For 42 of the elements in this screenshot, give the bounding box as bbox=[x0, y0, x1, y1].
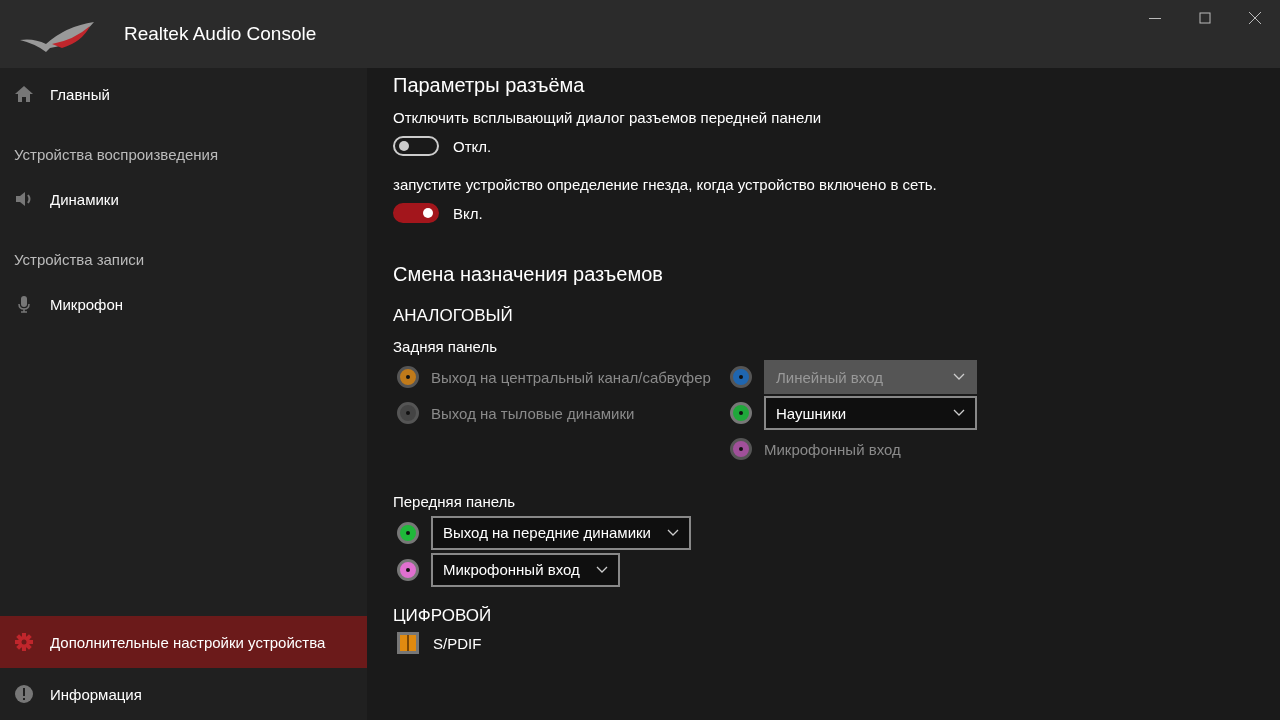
sidebar-item[interactable]: Микрофон bbox=[0, 278, 367, 330]
spdif-port-icon bbox=[397, 632, 419, 654]
section-header: Устройства воспроизведения bbox=[14, 146, 219, 163]
chevron-down-icon bbox=[595, 565, 608, 574]
window-title: Realtek Audio Console bbox=[124, 23, 318, 45]
sidebar-item-label: Информация bbox=[50, 685, 142, 703]
toggle-state: Откл. bbox=[453, 137, 492, 155]
toggle-switch[interactable] bbox=[393, 203, 439, 223]
jack-label: Выход на центральный канал/сабвуфер bbox=[431, 368, 711, 386]
close-icon bbox=[1249, 12, 1261, 24]
section-title: Параметры разъёма bbox=[393, 74, 585, 96]
sidebar-item[interactable]: Дополнительные настройки устройства bbox=[0, 616, 367, 668]
toggle-state: Вкл. bbox=[453, 204, 483, 222]
sidebar-item-label: Дополнительные настройки устройства bbox=[50, 633, 326, 651]
minimize-icon bbox=[1149, 17, 1161, 19]
subsection-title: ЦИФРОВОЙ bbox=[393, 606, 492, 625]
chevron-down-icon bbox=[667, 528, 679, 537]
jack-dropdown[interactable]: Выход на передние динамики bbox=[431, 515, 691, 550]
sidebar-item-label: Динамики bbox=[50, 190, 119, 208]
chevron-down-icon bbox=[953, 409, 965, 417]
gear-icon bbox=[14, 632, 34, 652]
jack-dropdown[interactable]: Наушники bbox=[764, 396, 977, 430]
maximize-icon bbox=[1199, 12, 1211, 24]
subsection-title: АНАЛОГОВЫЙ bbox=[393, 306, 513, 325]
sidebar-item-label: Главный bbox=[50, 85, 110, 103]
jack-label: S/PDIF bbox=[433, 634, 482, 652]
section-title: Смена назначения разъемов bbox=[393, 263, 663, 285]
toggle-label: Отключить всплывающий диалог разъемов передней панели bbox=[393, 109, 822, 126]
sidebar-item-label: Микрофон bbox=[50, 295, 124, 313]
jack-dropdown[interactable]: Микрофонный вход bbox=[431, 552, 620, 587]
jack-label: Выход на тыловые динамики bbox=[431, 404, 635, 422]
sidebar-item[interactable]: Динамики bbox=[0, 173, 367, 225]
chevron-down-icon bbox=[953, 373, 965, 381]
sidebar-item[interactable]: Главный bbox=[0, 68, 367, 120]
info-icon bbox=[14, 684, 34, 704]
jack-label: Микрофонный вход bbox=[764, 440, 901, 458]
toggle-label: запустите устройство определение гнезда, когда устройство включено в сеть. bbox=[393, 176, 937, 193]
panel-title: Передняя панель bbox=[393, 493, 516, 510]
section-header: Устройства записи bbox=[14, 251, 145, 268]
home-icon bbox=[14, 84, 34, 104]
panel-title: Задняя панель bbox=[393, 338, 497, 355]
sidebar-item[interactable]: Информация bbox=[0, 668, 367, 720]
